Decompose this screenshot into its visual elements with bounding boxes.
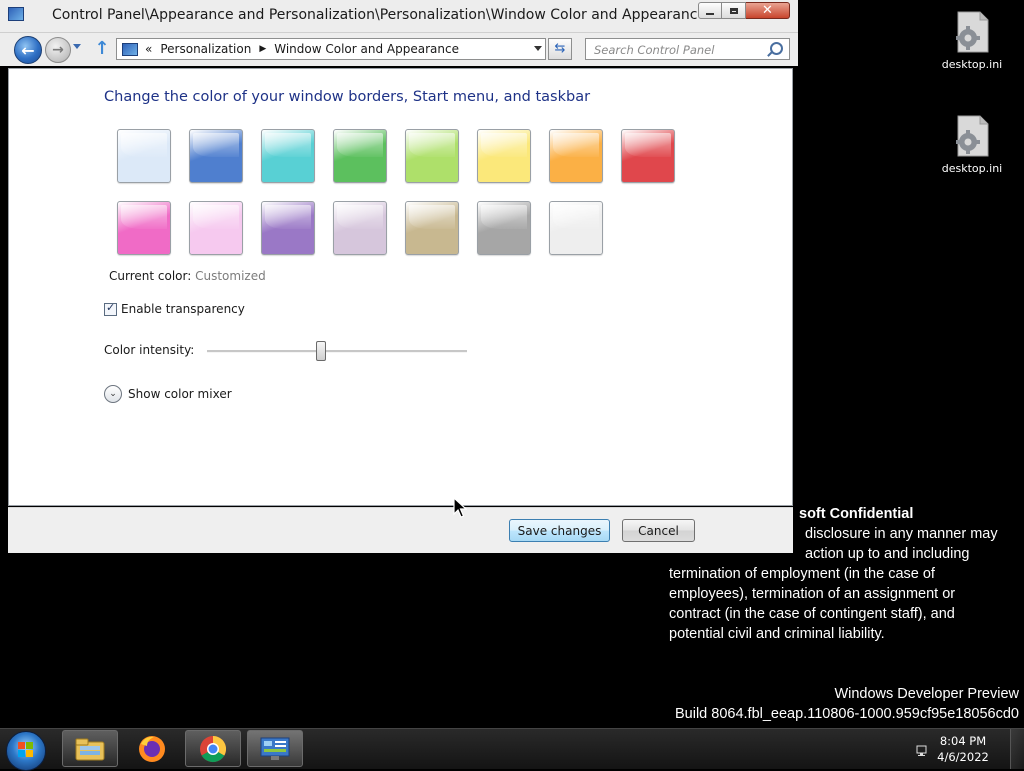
show-desktop-button[interactable] <box>1010 729 1024 769</box>
system-clock[interactable]: 8:04 PM 4/6/2022 <box>936 733 990 765</box>
maximize-button[interactable] <box>722 2 746 19</box>
current-color-value: Customized <box>195 269 266 283</box>
color-swatch-sky[interactable] <box>117 129 171 183</box>
windows-logo-icon <box>18 742 34 758</box>
taskbar: 8:04 PM 4/6/2022 <box>0 728 1024 771</box>
firefox-icon <box>139 735 165 762</box>
color-swatch-lime[interactable] <box>405 129 459 183</box>
forward-button[interactable]: → <box>45 37 71 63</box>
color-swatch-pumpkin-light[interactable] <box>477 129 531 183</box>
refresh-icon: ⇆ <box>554 41 566 56</box>
desktop-icon-label: desktop.ini <box>941 162 1003 175</box>
breadcrumb-window-color[interactable]: Window Color and Appearance <box>274 42 459 56</box>
start-button[interactable] <box>6 731 46 771</box>
color-swatch-leaf[interactable] <box>333 129 387 183</box>
maximize-icon <box>729 7 738 14</box>
breadcrumb-separator-icon[interactable]: ▶ <box>259 44 266 54</box>
search-box[interactable] <box>585 38 790 60</box>
settings-file-icon <box>952 114 992 158</box>
up-arrow-button[interactable]: ↑ <box>93 39 111 59</box>
clock-time: 8:04 PM <box>939 734 987 748</box>
minimize-icon <box>706 12 714 15</box>
color-swatch-ruby[interactable] <box>621 129 675 183</box>
slider-thumb[interactable] <box>316 341 327 361</box>
main-content: Change the color of your window borders,… <box>8 68 793 506</box>
watermark-edition: Windows Developer Preview <box>834 686 1019 702</box>
recent-pages-dropdown[interactable] <box>73 44 81 49</box>
confidential-line: termination of employment (in the case o… <box>669 566 935 582</box>
color-swatch-violet[interactable] <box>261 201 315 255</box>
navigation-bar: ← → ↑ « Personalization ▶ Window Color a… <box>0 33 798 66</box>
build-watermark: Windows Developer Preview Build 8064.fbl… <box>675 684 1019 724</box>
show-color-mixer[interactable]: ⌄ Show color mixer <box>104 385 232 403</box>
enable-transparency-option[interactable]: Enable transparency <box>104 301 245 316</box>
control-panel-window: Control Panel\Appearance and Personaliza… <box>0 0 798 558</box>
back-button[interactable]: ← <box>14 36 42 64</box>
network-icon[interactable] <box>916 742 930 756</box>
enable-transparency-checkbox[interactable] <box>104 301 117 316</box>
settings-file-icon <box>952 10 992 54</box>
search-input[interactable] <box>592 40 771 60</box>
caption-buttons: ✕ <box>698 2 790 19</box>
taskbar-control-panel[interactable] <box>247 730 303 767</box>
save-changes-button[interactable]: Save changes <box>509 519 610 542</box>
control-panel-icon <box>260 737 290 760</box>
color-intensity-label: Color intensity: <box>104 343 195 357</box>
control-panel-icon <box>8 7 24 21</box>
title-bar[interactable]: Control Panel\Appearance and Personaliza… <box>0 0 798 33</box>
address-dropdown-icon[interactable] <box>534 46 542 51</box>
color-intensity-slider[interactable] <box>207 341 467 361</box>
enable-transparency-label[interactable]: Enable transparency <box>121 302 245 316</box>
confidential-line: potential civil and criminal liability. <box>669 626 885 642</box>
chrome-icon <box>200 735 227 762</box>
cancel-button[interactable]: Cancel <box>622 519 695 542</box>
color-swatch-blush[interactable] <box>189 201 243 255</box>
color-swatch-fuchsia[interactable] <box>117 201 171 255</box>
minimize-button[interactable] <box>698 2 722 19</box>
color-swatch-chocolate[interactable] <box>477 201 531 255</box>
close-button[interactable]: ✕ <box>746 2 790 19</box>
desktop-ini-file-2[interactable]: desktop.ini <box>932 114 1012 175</box>
clock-date: 4/6/2022 <box>937 750 989 764</box>
current-color-label: Current color: <box>109 269 192 283</box>
taskbar-file-explorer[interactable] <box>62 730 118 767</box>
breadcrumb-personalization[interactable]: Personalization <box>160 42 251 56</box>
address-bar[interactable]: « Personalization ▶ Window Color and App… <box>116 38 546 60</box>
file-explorer-icon <box>75 738 105 760</box>
control-panel-icon <box>122 42 138 56</box>
taskbar-chrome[interactable] <box>185 730 241 767</box>
color-swatch-lavender[interactable] <box>333 201 387 255</box>
color-swatch-sea[interactable] <box>261 129 315 183</box>
show-color-mixer-label[interactable]: Show color mixer <box>128 387 232 401</box>
confidential-line: employees), termination of an assignment… <box>669 586 956 602</box>
color-swatch-frost[interactable] <box>549 201 603 255</box>
watermark-build: Build 8064.fbl_eeap.110806-1000.959cf95e… <box>674 706 1019 722</box>
command-bar: Save changes Cancel <box>8 507 793 553</box>
forward-arrow-icon: → <box>52 42 64 58</box>
color-swatch-pumpkin[interactable] <box>549 129 603 183</box>
page-heading: Change the color of your window borders,… <box>104 89 591 105</box>
taskbar-firefox[interactable] <box>124 730 180 767</box>
desktop-ini-file-1[interactable]: desktop.ini <box>932 10 1012 71</box>
desktop-icon-label: desktop.ini <box>941 58 1003 71</box>
chevron-down-icon[interactable]: ⌄ <box>104 385 122 403</box>
window-title: Control Panel\Appearance and Personaliza… <box>52 7 707 23</box>
close-icon: ✕ <box>762 3 773 18</box>
confidential-line: contract (in the case of contingent staf… <box>669 606 955 622</box>
color-swatch-twilight[interactable] <box>189 129 243 183</box>
refresh-button[interactable]: ⇆ <box>548 38 572 60</box>
address-overflow-chevron[interactable]: « <box>145 42 152 56</box>
back-arrow-icon: ← <box>21 40 35 60</box>
current-color: Current color: Customized <box>109 269 266 283</box>
search-icon[interactable] <box>770 42 783 55</box>
color-swatch-taupe[interactable] <box>405 201 459 255</box>
